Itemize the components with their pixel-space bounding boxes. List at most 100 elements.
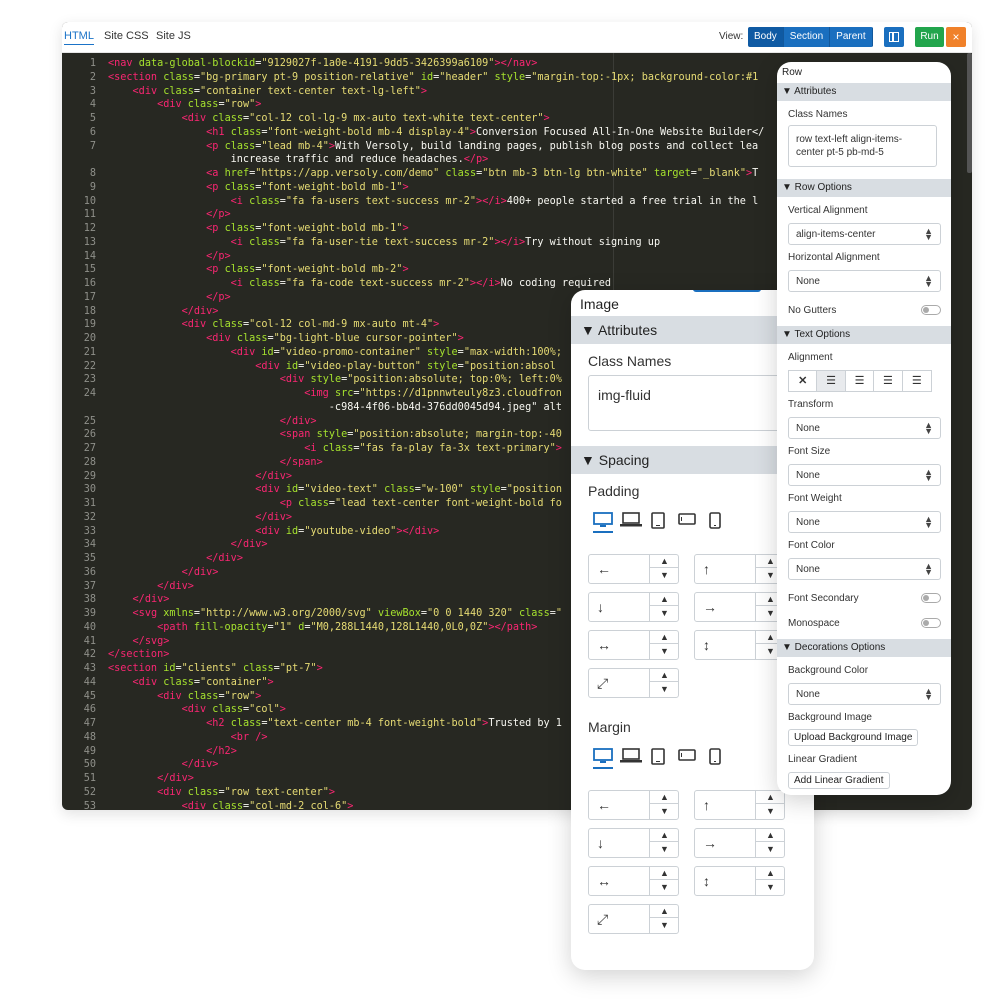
background-color-select[interactable]: None ▲ ▼ <box>788 683 941 705</box>
chevron-down-icon[interactable]: ▼ <box>756 842 785 856</box>
code-text: <nav data-global-blockid="9129027f-1a0e-… <box>108 58 538 69</box>
panel-handle[interactable] <box>693 290 761 292</box>
upload-background-image-button[interactable]: Upload Background Image <box>788 729 919 746</box>
line-number: 11 <box>83 209 96 221</box>
spacing-input[interactable]: ↕ ▲ ▼ <box>694 630 785 660</box>
row-options-header[interactable]: ▼ Row Options <box>777 179 951 197</box>
chevron-up-icon[interactable]: ▲ <box>756 790 785 804</box>
code-text: increase traffic and reduce headaches.</… <box>108 154 489 166</box>
editor-scrollbar[interactable] <box>967 53 972 173</box>
spacing-input[interactable]: → ▲ ▼ <box>694 592 785 622</box>
font-secondary-toggle[interactable] <box>921 593 941 603</box>
code-text: <div class="col-12 col-lg-9 mx-auto text… <box>181 113 550 124</box>
mobile-icon[interactable] <box>709 512 721 532</box>
row-attributes-header[interactable]: ▼ Attributes <box>777 83 951 101</box>
monospace-toggle[interactable] <box>921 618 941 628</box>
vertical-alignment-select[interactable]: align-items-center ▲ ▼ <box>788 223 941 245</box>
spacing-input[interactable]: ← ▲ ▼ <box>588 790 679 820</box>
chevron-up-icon[interactable]: ▲ <box>756 828 785 842</box>
mobile-icon[interactable] <box>709 748 721 768</box>
spacing-input[interactable]: ↑ ▲ ▼ <box>694 790 785 820</box>
close-icon[interactable]: ✕ <box>789 371 818 391</box>
font-size-select[interactable]: None ▲ ▼ <box>788 464 941 486</box>
tablet-icon[interactable] <box>651 748 665 768</box>
tab-site-js[interactable]: Site JS <box>156 30 191 42</box>
decorations-header[interactable]: ▼ Decorations Options <box>777 639 951 657</box>
tab-html[interactable]: HTML <box>64 30 94 45</box>
chevron-up-icon[interactable]: ▲ <box>650 554 679 568</box>
tablet-landscape-icon[interactable] <box>678 748 696 768</box>
arrow-up-icon: ↑ <box>703 797 710 813</box>
spacing-input[interactable]: ↓ ▲ ▼ <box>588 828 679 858</box>
line-number: 1 <box>89 58 96 69</box>
code-text: <section id="clients" class="pt-7"> <box>108 663 323 674</box>
chevron-down-icon[interactable]: ▼ <box>650 682 679 696</box>
view-body-button[interactable]: Body <box>748 27 784 47</box>
desktop-icon[interactable] <box>593 748 613 768</box>
spacing-input[interactable]: ← ▲ ▼ <box>588 554 679 584</box>
spacing-input[interactable]: ⤢ ▲ ▼ <box>588 668 679 698</box>
code-text: </div> <box>157 580 194 592</box>
chevron-up-icon[interactable]: ▲ <box>650 904 679 918</box>
chevron-down-icon[interactable]: ▼ <box>756 880 785 894</box>
text-alignment-group: ✕ ☰ ☰ ☰ ☰ <box>788 370 932 392</box>
run-button[interactable]: Run <box>915 27 944 47</box>
chevron-up-icon[interactable]: ▲ <box>650 668 679 682</box>
desktop-icon[interactable] <box>593 512 613 532</box>
chevron-down-icon[interactable]: ▼ <box>756 804 785 818</box>
chevron-down-icon[interactable]: ▼ <box>650 804 679 818</box>
line-number: 30 <box>83 484 96 496</box>
code-text: <div id="youtube-video"></div> <box>255 525 440 537</box>
horizontal-alignment-select[interactable]: None ▲ ▼ <box>788 270 941 292</box>
vertical-alignment-label: Vertical Alignment <box>788 205 868 216</box>
chevron-up-icon[interactable]: ▲ <box>650 592 679 606</box>
no-gutters-toggle[interactable] <box>921 305 941 315</box>
linear-gradient-label: Linear Gradient <box>788 754 857 765</box>
chevron-down-icon[interactable]: ▼ <box>650 644 679 658</box>
layout-toggle-button[interactable] <box>884 27 904 47</box>
view-parent-button[interactable]: Parent <box>830 27 873 47</box>
chevron-up-icon[interactable]: ▲ <box>650 866 679 880</box>
chevron-down-icon[interactable]: ▼ <box>650 918 679 932</box>
transform-select[interactable]: None ▲ ▼ <box>788 417 941 439</box>
chevron-down-icon[interactable]: ▼ <box>650 568 679 582</box>
view-label: View: <box>719 31 744 42</box>
no-gutters-label: No Gutters <box>788 305 837 316</box>
chevron-up-icon[interactable]: ▲ <box>650 828 679 842</box>
chevron-down-icon[interactable]: ▼ <box>650 880 679 894</box>
spacing-input[interactable]: ↑ ▲ ▼ <box>694 554 785 584</box>
text-options-header[interactable]: ▼ Text Options <box>777 326 951 344</box>
code-text: <a href="https://app.versoly.com/demo" c… <box>206 168 759 179</box>
line-number: 28 <box>83 456 96 468</box>
tablet-icon[interactable] <box>651 512 665 532</box>
tab-site-css[interactable]: Site CSS <box>104 30 149 42</box>
spacing-input[interactable]: ⤢ ▲ ▼ <box>588 904 679 934</box>
chevron-up-icon[interactable]: ▲ <box>650 630 679 644</box>
font-weight-select[interactable]: None ▲ ▼ <box>788 511 941 533</box>
chevron-up-icon[interactable]: ▲ <box>650 790 679 804</box>
align-left-icon[interactable]: ☰ <box>817 371 846 391</box>
add-linear-gradient-button[interactable]: Add Linear Gradient <box>788 772 890 789</box>
spacing-input[interactable]: ↕ ▲ ▼ <box>694 866 785 896</box>
chevron-down-icon[interactable]: ▼ <box>650 842 679 856</box>
code-text: <div class="container"> <box>132 676 274 688</box>
tablet-landscape-icon[interactable] <box>678 512 696 532</box>
close-button[interactable]: × <box>946 27 966 47</box>
spacing-input[interactable]: ↔ ▲ ▼ <box>588 866 679 896</box>
spacing-input[interactable]: ↔ ▲ ▼ <box>588 630 679 660</box>
line-number: 7 <box>89 140 96 152</box>
align-center-icon[interactable]: ☰ <box>846 371 875 391</box>
align-justify-icon[interactable]: ☰ <box>903 371 931 391</box>
font-color-select[interactable]: None ▲ ▼ <box>788 558 941 580</box>
row-class-names-input[interactable]: row text-left align-items-center pt-5 pb… <box>788 125 937 167</box>
chevron-up-icon[interactable]: ▲ <box>756 866 785 880</box>
laptop-icon[interactable] <box>620 512 642 532</box>
spacing-input[interactable]: ↓ ▲ ▼ <box>588 592 679 622</box>
chevron-down-icon[interactable]: ▼ <box>650 606 679 620</box>
row-panel-title: Row <box>782 67 803 78</box>
align-right-icon[interactable]: ☰ <box>874 371 903 391</box>
view-section-button[interactable]: Section <box>783 27 831 47</box>
line-number: 2 <box>89 71 96 83</box>
spacing-input[interactable]: → ▲ ▼ <box>694 828 785 858</box>
laptop-icon[interactable] <box>620 748 642 768</box>
